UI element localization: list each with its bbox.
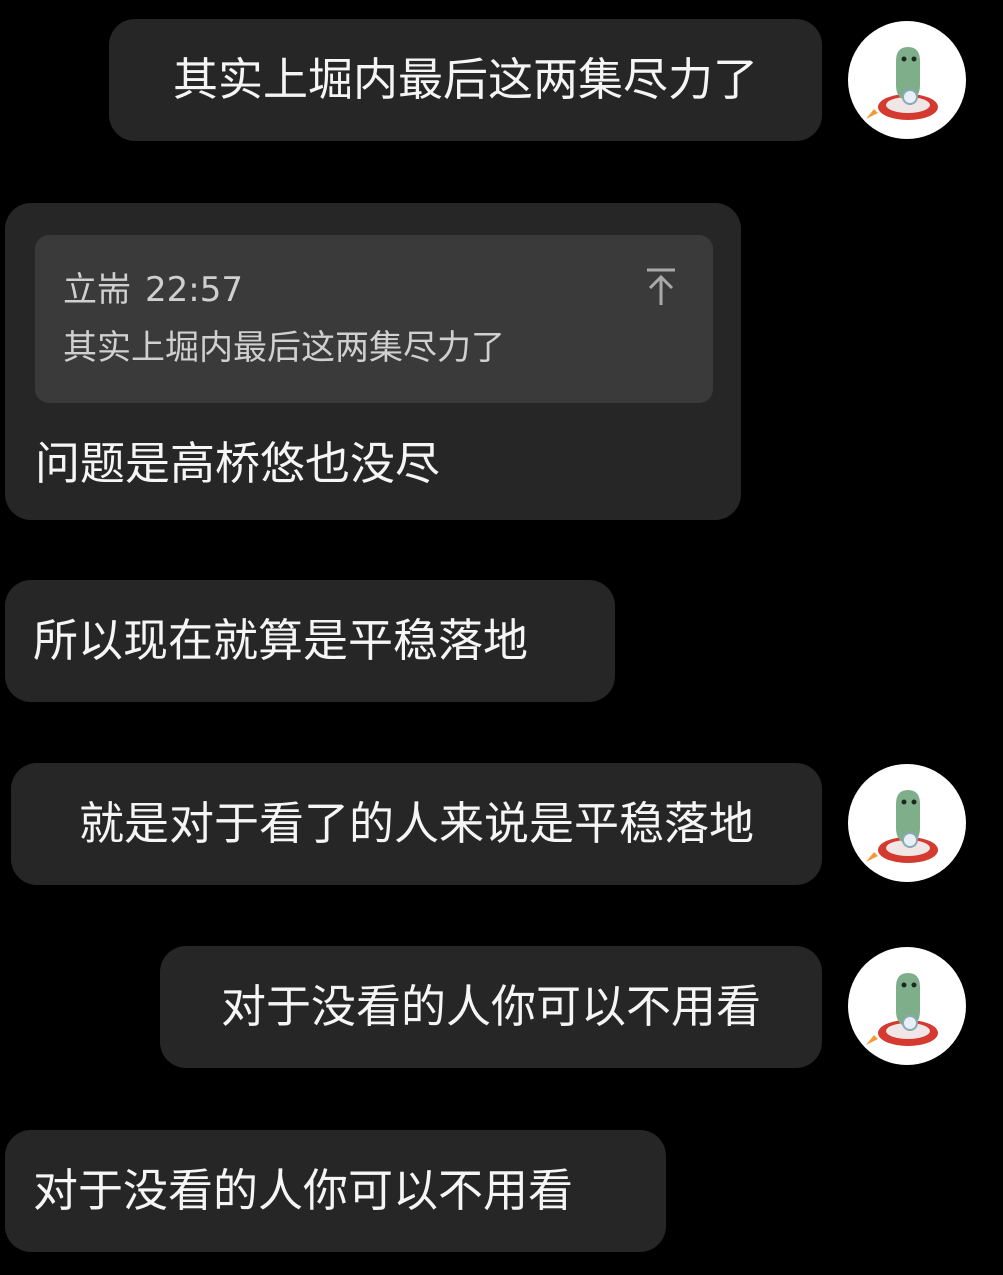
message-text: 所以现在就算是平稳落地 bbox=[33, 614, 529, 667]
message-bubble[interactable]: 对于没看的人你可以不用看 bbox=[160, 946, 822, 1068]
message-bubble[interactable]: 所以现在就算是平稳落地 bbox=[5, 580, 615, 702]
message-text: 对于没看的人你可以不用看 bbox=[220, 980, 761, 1033]
quoted-message[interactable]: 立耑 22:57 其实上堀内最后这两集尽力了 bbox=[35, 235, 713, 403]
quote-sender: 立耑 bbox=[63, 270, 131, 310]
message-text: 对于没看的人你可以不用看 bbox=[33, 1164, 574, 1217]
message-text: 其实上堀内最后这两集尽力了 bbox=[172, 53, 758, 106]
quote-header: 立耑 22:57 bbox=[63, 269, 243, 311]
quote-text: 其实上堀内最后这两集尽力了 bbox=[63, 328, 505, 368]
message-bubble[interactable]: 就是对于看了的人来说是平稳落地 bbox=[11, 763, 822, 885]
avatar[interactable] bbox=[848, 947, 966, 1065]
message-bubble[interactable]: 对于没看的人你可以不用看 bbox=[5, 1130, 666, 1252]
message-bubble[interactable]: 其实上堀内最后这两集尽力了 bbox=[109, 19, 822, 141]
quote-time: 22:57 bbox=[145, 270, 243, 310]
avatar[interactable] bbox=[848, 21, 966, 139]
dinosaur-rocket-icon bbox=[866, 47, 938, 120]
message-bubble-with-quote[interactable]: 立耑 22:57 其实上堀内最后这两集尽力了 问题是高桥悠也没尽 bbox=[5, 203, 741, 520]
message-text: 就是对于看了的人来说是平稳落地 bbox=[78, 797, 754, 850]
dinosaur-rocket-icon bbox=[866, 973, 938, 1046]
message-text: 问题是高桥悠也没尽 bbox=[35, 437, 441, 490]
avatar[interactable] bbox=[848, 764, 966, 882]
arrow-up-to-top-icon[interactable] bbox=[643, 267, 679, 307]
dinosaur-rocket-icon bbox=[866, 790, 938, 863]
